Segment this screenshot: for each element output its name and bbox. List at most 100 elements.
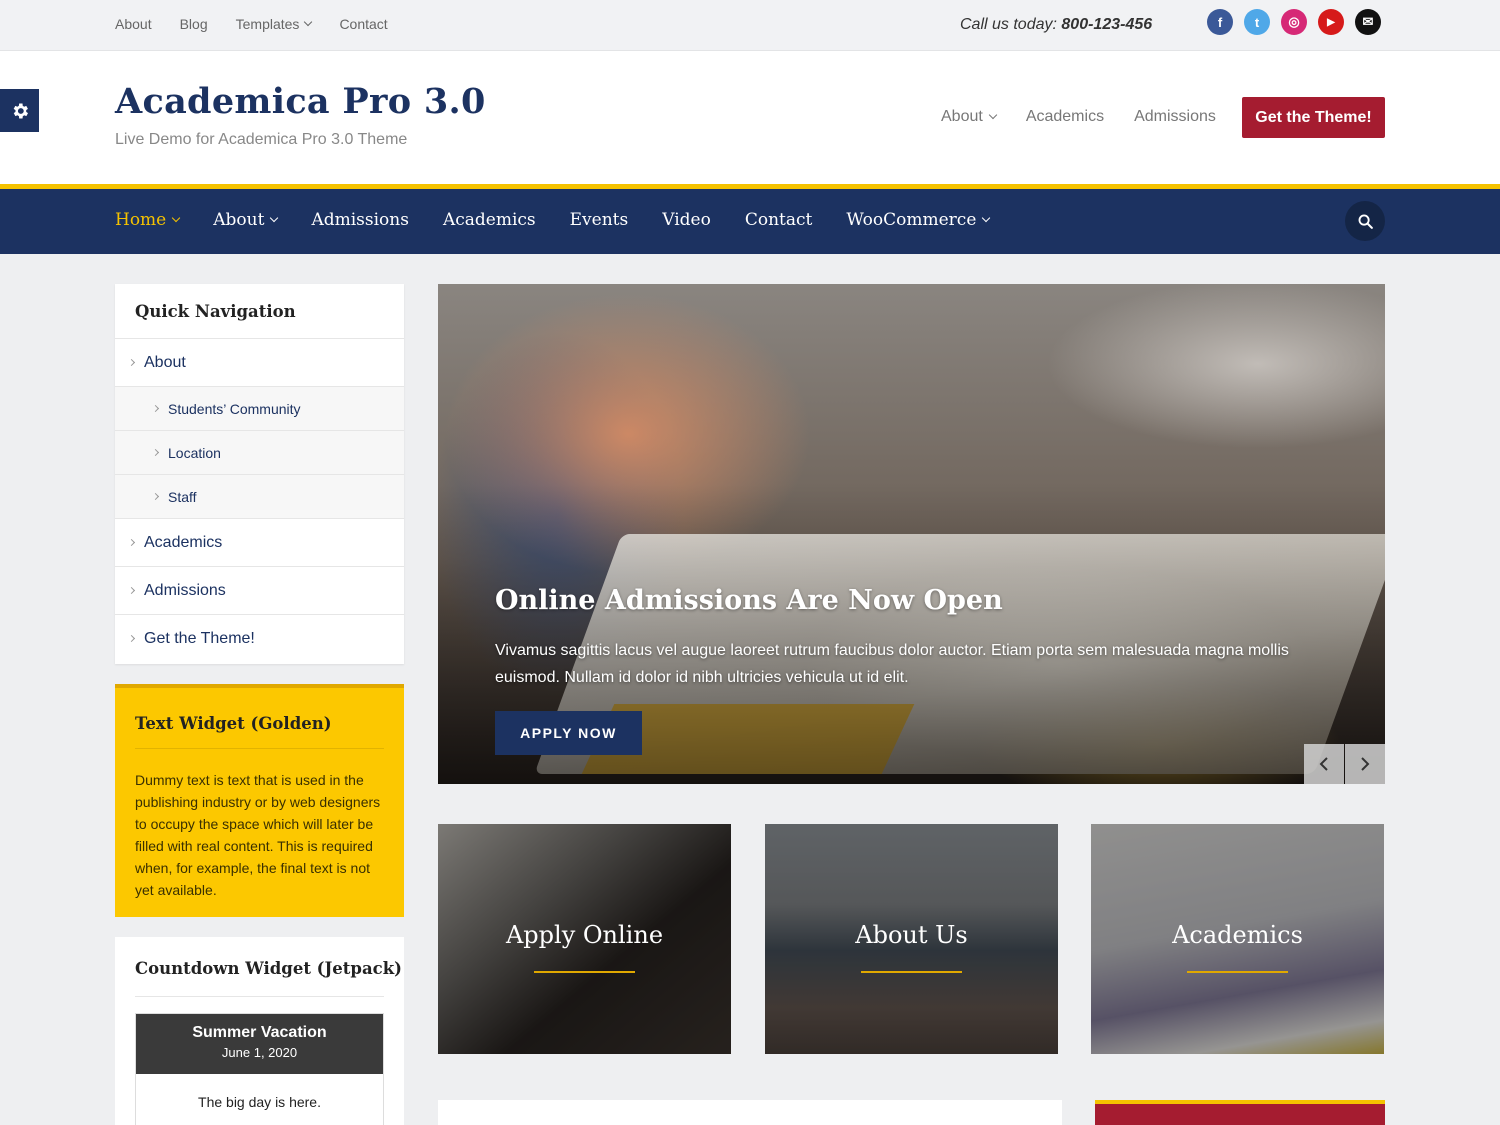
quick-nav-label: Students’ Community [168,400,301,417]
site-title[interactable]: Academica Pro 3.0 [115,81,486,122]
countdown-date: June 1, 2020 [221,1045,298,1060]
header-menu-academics[interactable]: Academics [1026,108,1104,126]
header-menu-admissions[interactable]: Admissions [1134,108,1216,126]
quick-nav-item-students-community[interactable]: Students’ Community [115,386,404,430]
apply-now-button[interactable]: APPLY NOW [495,711,642,755]
call-us: Call us today: 800-123-456 [960,16,1152,34]
widget-title: Text Widget (Golden) [135,714,332,733]
quick-nav-item-location[interactable]: Location [115,430,404,474]
slide-text: Vivamus sagittis lacus vel augue laoreet… [495,642,1289,686]
nav-item-home[interactable]: Home [115,210,181,230]
widget-title: Countdown Widget (Jetpack) [135,959,402,978]
quick-navigation-widget: Quick Navigation About Students’ Communi… [115,284,404,664]
chevron-right-icon [151,404,160,413]
slide-title: Online Admissions Are Now Open [495,585,1003,616]
youtube-icon[interactable]: ▶ [1318,9,1344,35]
countdown-event: Summer Vacation [192,1024,327,1041]
header-menu-about[interactable]: About [941,108,998,126]
tile-label: About Us [855,921,968,949]
chevron-down-icon [982,213,991,223]
quick-nav-list: About Students’ Community Location Staff… [115,338,404,662]
featured-tile-academics[interactable]: Academics [1091,824,1384,1054]
quick-nav-item-about[interactable]: About [115,338,404,386]
tile-label: Apply Online [505,921,664,949]
quick-nav-label: Academics [144,533,223,551]
instagram-icon[interactable]: ◎ [1281,9,1307,35]
nav-item-woocommerce[interactable]: WooCommerce [846,210,991,230]
twitter-icon[interactable]: t [1244,9,1270,35]
nav-item-about-label: About [213,210,265,230]
quick-nav-item-admissions[interactable]: Admissions [115,566,404,614]
chevron-right-icon [151,448,160,457]
nav-item-video[interactable]: Video [662,210,711,230]
widget-text: Dummy text is text that is used in the p… [135,772,381,898]
chevron-right-icon [127,358,136,367]
chevron-down-icon [270,213,279,223]
header-menu-about-label: About [941,108,983,125]
customizer-toggle[interactable] [0,89,39,132]
get-theme-button[interactable]: Get the Theme! [1242,97,1385,138]
nav-item-woocommerce-label: WooCommerce [846,210,977,230]
quick-nav-label: Get the Theme! [144,629,255,647]
chevron-right-icon [1361,757,1370,771]
quick-nav-label: About [144,353,186,371]
nav-item-academics[interactable]: Academics [443,210,536,230]
facebook-icon[interactable]: f [1207,9,1233,35]
nav-item-events[interactable]: Events [570,210,629,230]
nav-item-about[interactable]: About [213,210,279,230]
quick-nav-label: Staff [168,488,197,505]
countdown-widget: Countdown Widget (Jetpack) Summer Vacati… [115,937,404,1125]
chevron-down-icon [304,17,313,27]
top-menu-templates-label: Templates [235,16,300,32]
content-box-partial [438,1100,1062,1125]
search-button[interactable] [1345,201,1385,241]
featured-tile-about-us[interactable]: About Us [765,824,1058,1054]
chevron-right-icon [127,634,136,643]
quick-nav-item-academics[interactable]: Academics [115,518,404,566]
chevron-left-icon [1319,757,1328,771]
chevron-down-icon [172,213,181,223]
countdown-header: Summer Vacation June 1, 2020 [136,1014,383,1074]
divider [135,996,384,997]
tile-underline [534,971,635,973]
slider-prev-button[interactable] [1304,744,1344,784]
gear-icon [13,103,28,118]
top-menu: About Blog Templates Contact [115,16,388,32]
divider [135,748,384,749]
nav-item-admissions[interactable]: Admissions [311,210,409,230]
quick-nav-item-get-theme[interactable]: Get the Theme! [115,614,404,662]
header-menu: About Academics Admissions [941,108,1216,126]
widget-box-partial [1095,1100,1385,1125]
widget-title: Quick Navigation [135,302,296,321]
nav-item-home-label: Home [115,210,167,230]
slider-next-button[interactable] [1345,744,1385,784]
top-menu-blog[interactable]: Blog [180,16,208,32]
tile-underline [861,971,962,973]
featured-tile-apply-online[interactable]: Apply Online [438,824,731,1054]
phone-number[interactable]: 800-123-456 [1061,16,1152,33]
quick-nav-label: Location [168,444,221,461]
email-icon[interactable]: ✉ [1355,9,1381,35]
search-icon [1358,214,1373,229]
tile-underline [1187,971,1288,973]
slide-overlay [438,284,1385,784]
countdown-message: The big day is here. [198,1094,321,1110]
top-menu-contact[interactable]: Contact [339,16,387,32]
top-menu-about[interactable]: About [115,16,152,32]
quick-nav-item-staff[interactable]: Staff [115,474,404,518]
text-widget-golden: Text Widget (Golden) Dummy text is text … [115,684,404,917]
hero-slider: Online Admissions Are Now Open Vivamus s… [438,284,1385,784]
chevron-down-icon [988,110,998,120]
nav-item-contact[interactable]: Contact [745,210,813,230]
top-bar: About Blog Templates Contact Call us tod… [0,0,1500,51]
chevron-right-icon [127,586,136,595]
quick-nav-label: Admissions [144,581,226,599]
call-prefix: Call us today: [960,16,1057,33]
chevron-right-icon [151,492,160,501]
chevron-right-icon [127,538,136,547]
countdown-box: Summer Vacation June 1, 2020 The big day… [135,1013,384,1125]
top-menu-templates[interactable]: Templates [235,16,313,32]
social-icons: f t ◎ ▶ ✉ [1207,9,1381,35]
site-description: Live Demo for Academica Pro 3.0 Theme [115,131,408,148]
tile-label: Academics [1172,921,1303,949]
